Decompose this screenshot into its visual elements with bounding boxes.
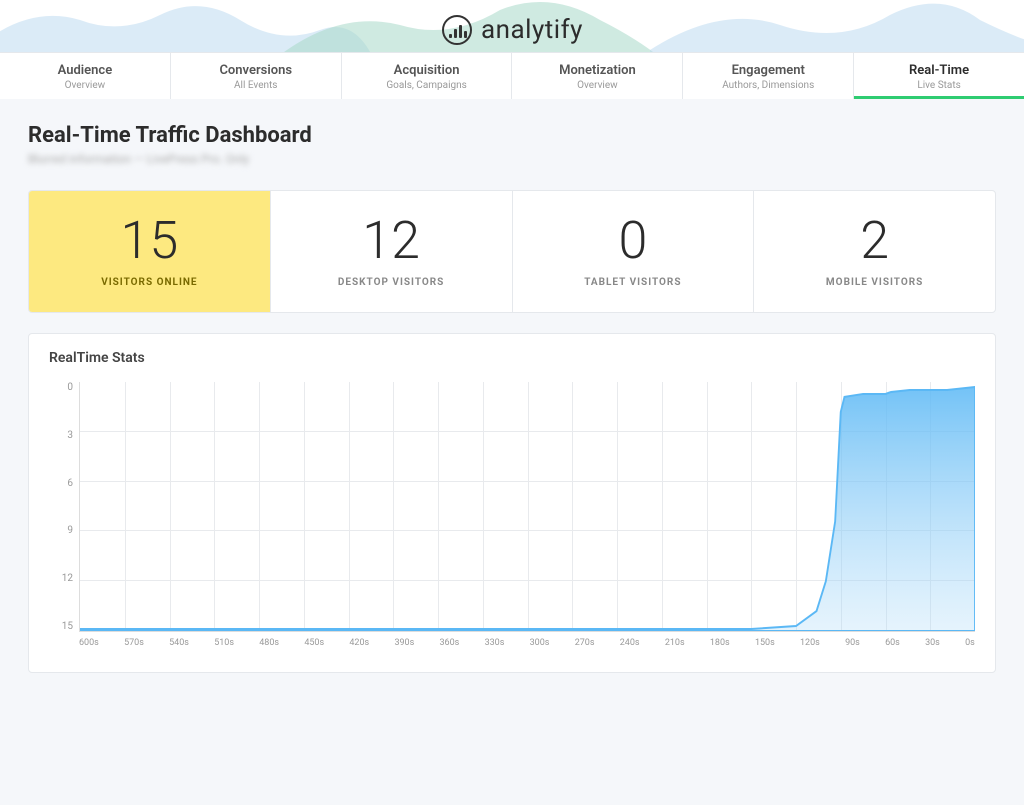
page-subtitle: Blurred information — LivePress Pro. Onl…: [28, 152, 996, 166]
x-axis: 600s 570s 540s 510s 480s 450s 420s 390s …: [79, 634, 975, 662]
chart-fill: [80, 387, 975, 631]
stat-label-desktop: DESKTOP VISITORS: [287, 277, 496, 288]
stat-desktop-visitors: 12 DESKTOP VISITORS: [271, 191, 513, 312]
stat-mobile-visitors: 2 MOBILE VISITORS: [754, 191, 995, 312]
stat-visitors-online: 15 VISITORS ONLINE: [29, 191, 271, 312]
stat-number-desktop: 12: [287, 215, 496, 267]
tab-realtime[interactable]: Real-Time Live Stats: [854, 53, 1024, 99]
chart-title: RealTime Stats: [49, 350, 975, 366]
stat-number-visitors: 15: [45, 215, 254, 267]
logo-area: analytify: [0, 0, 1024, 52]
chart-card: RealTime Stats 15 12 9 6 3 0: [28, 333, 996, 673]
y-axis: 15 12 9 6 3 0: [49, 382, 77, 632]
stat-label-visitors: VISITORS ONLINE: [45, 277, 254, 288]
page-title: Real-Time Traffic Dashboard: [28, 123, 996, 148]
stat-number-mobile: 2: [770, 215, 979, 267]
stat-number-tablet: 0: [529, 215, 738, 267]
chart-area: [79, 382, 975, 632]
chart-svg: [80, 382, 975, 631]
chart-container: 15 12 9 6 3 0: [49, 382, 975, 662]
tab-monetization[interactable]: Monetization Overview: [512, 53, 683, 99]
logo-icon: [441, 14, 473, 46]
tab-conversions[interactable]: Conversions All Events: [171, 53, 342, 99]
main-content: Real-Time Traffic Dashboard Blurred info…: [0, 99, 1024, 697]
header: analytify Audience Overview Conversions …: [0, 0, 1024, 99]
stat-tablet-visitors: 0 TABLET VISITORS: [513, 191, 755, 312]
tab-acquisition[interactable]: Acquisition Goals, Campaigns: [342, 53, 513, 99]
nav-tabs: Audience Overview Conversions All Events…: [0, 52, 1024, 99]
stats-card: 15 VISITORS ONLINE 12 DESKTOP VISITORS 0…: [28, 190, 996, 313]
logo-text: analytify: [481, 15, 583, 45]
tab-engagement[interactable]: Engagement Authors, Dimensions: [683, 53, 854, 99]
tab-audience[interactable]: Audience Overview: [0, 53, 171, 99]
stat-label-mobile: MOBILE VISITORS: [770, 277, 979, 288]
stat-label-tablet: TABLET VISITORS: [529, 277, 738, 288]
